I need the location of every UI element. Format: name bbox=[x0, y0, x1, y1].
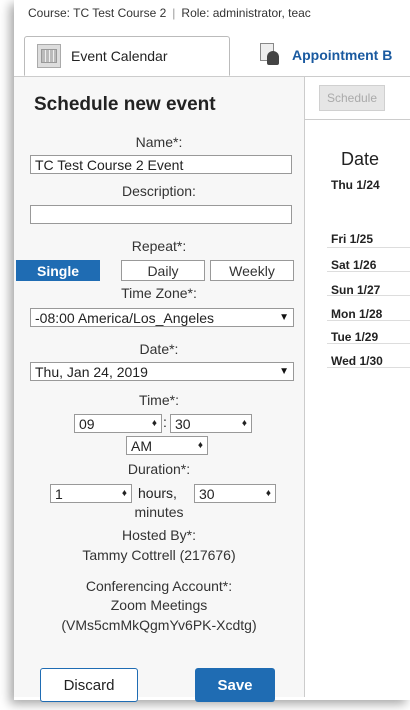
spinner-icon: ♦ bbox=[197, 440, 203, 451]
course-info-bar: Course: TC Test Course 2 | Role: administr… bbox=[14, 6, 410, 30]
duration-hours-unit: hours, bbox=[138, 485, 177, 501]
schedule-form-panel: Schedule new event Name*: TC Test Course… bbox=[14, 77, 305, 697]
time-minute-select[interactable]: 30 ♦ bbox=[170, 414, 252, 433]
time-minute-value: 30 bbox=[175, 415, 191, 432]
name-field[interactable]: TC Test Course 2 Event bbox=[30, 155, 292, 174]
description-field[interactable] bbox=[30, 205, 292, 224]
schedule-button[interactable]: Schedule bbox=[319, 85, 385, 111]
date-label: Date*: bbox=[139, 341, 179, 357]
time-ampm-value: AM bbox=[131, 437, 152, 454]
row-divider bbox=[327, 247, 410, 248]
repeat-weekly-option[interactable]: Weekly bbox=[210, 260, 294, 281]
repeat-daily-option[interactable]: Daily bbox=[121, 260, 205, 281]
schedule-row: Mon 1/28 bbox=[331, 307, 383, 321]
duration-hours-select[interactable]: 1 ♦ bbox=[50, 484, 132, 503]
save-button[interactable]: Save bbox=[195, 668, 275, 702]
hosted-by-value: Tammy Cottrell (217676) bbox=[82, 547, 236, 563]
schedule-row: Sun 1/27 bbox=[331, 283, 381, 297]
duration-hours-value: 1 bbox=[55, 485, 63, 502]
tab-appointment[interactable]: Appointment B bbox=[244, 36, 410, 74]
schedule-row: Thu 1/24 bbox=[331, 178, 380, 192]
schedule-row: Tue 1/29 bbox=[331, 330, 379, 344]
tab-event-calendar[interactable]: Event Calendar bbox=[24, 36, 230, 76]
date-select[interactable]: Thu, Jan 24, 2019 ▼ bbox=[30, 362, 294, 381]
timezone-select[interactable]: -08:00 America/Los_Angeles ▼ bbox=[30, 308, 294, 327]
schedule-panel: Schedule Date Thu 1/24 Fri 1/25 Sat 1/26… bbox=[305, 77, 410, 697]
time-colon: : bbox=[163, 414, 167, 430]
conferencing-label: Conferencing Account*: bbox=[85, 578, 233, 594]
time-ampm-select[interactable]: AM ♦ bbox=[126, 436, 208, 455]
duration-minutes-unit: minutes bbox=[134, 504, 184, 520]
panel-divider bbox=[305, 119, 410, 120]
spinner-icon: ♦ bbox=[121, 488, 127, 499]
form-title: Schedule new event bbox=[34, 94, 216, 115]
spinner-icon: ♦ bbox=[241, 418, 247, 429]
appointment-icon bbox=[260, 43, 282, 67]
duration-minutes-value: 30 bbox=[199, 485, 215, 502]
description-label: Description: bbox=[122, 183, 196, 199]
duration-label: Duration*: bbox=[127, 461, 191, 477]
tab-appointment-label: Appointment B bbox=[292, 47, 393, 63]
role-info: Role: administrator, teac bbox=[181, 6, 311, 20]
name-label: Name*: bbox=[135, 134, 183, 150]
spinner-icon: ♦ bbox=[265, 488, 271, 499]
conferencing-name: Zoom Meetings bbox=[110, 597, 208, 613]
tab-bar: Event Calendar Appointment B bbox=[14, 32, 410, 77]
course-name: Course: TC Test Course 2 bbox=[28, 6, 167, 20]
discard-button[interactable]: Discard bbox=[40, 668, 138, 702]
repeat-label: Repeat*: bbox=[131, 238, 187, 254]
chevron-down-icon: ▼ bbox=[279, 312, 289, 323]
time-hour-value: 09 bbox=[79, 415, 95, 432]
hosted-by-label: Hosted By*: bbox=[122, 527, 196, 543]
chevron-down-icon: ▼ bbox=[279, 366, 289, 377]
date-value: Thu, Jan 24, 2019 bbox=[35, 363, 148, 380]
spinner-icon: ♦ bbox=[151, 418, 157, 429]
schedule-row: Fri 1/25 bbox=[331, 232, 374, 246]
date-column-header: Date bbox=[341, 149, 380, 169]
schedule-row: Sat 1/26 bbox=[331, 258, 377, 272]
timezone-label: Time Zone*: bbox=[121, 285, 197, 301]
duration-minutes-select[interactable]: 30 ♦ bbox=[194, 484, 276, 503]
schedule-row: Wed 1/30 bbox=[331, 354, 383, 368]
conferencing-id: (VMs5cmMkQgmYv6PK-Xcdtg) bbox=[61, 617, 257, 633]
repeat-single-option[interactable]: Single bbox=[16, 260, 100, 281]
header-separator: | bbox=[172, 6, 176, 20]
time-label: Time*: bbox=[139, 392, 179, 408]
timezone-value: -08:00 America/Los_Angeles bbox=[35, 309, 214, 326]
calendar-icon bbox=[37, 44, 61, 68]
tab-event-calendar-label: Event Calendar bbox=[71, 48, 168, 64]
time-hour-select[interactable]: 09 ♦ bbox=[74, 414, 162, 433]
